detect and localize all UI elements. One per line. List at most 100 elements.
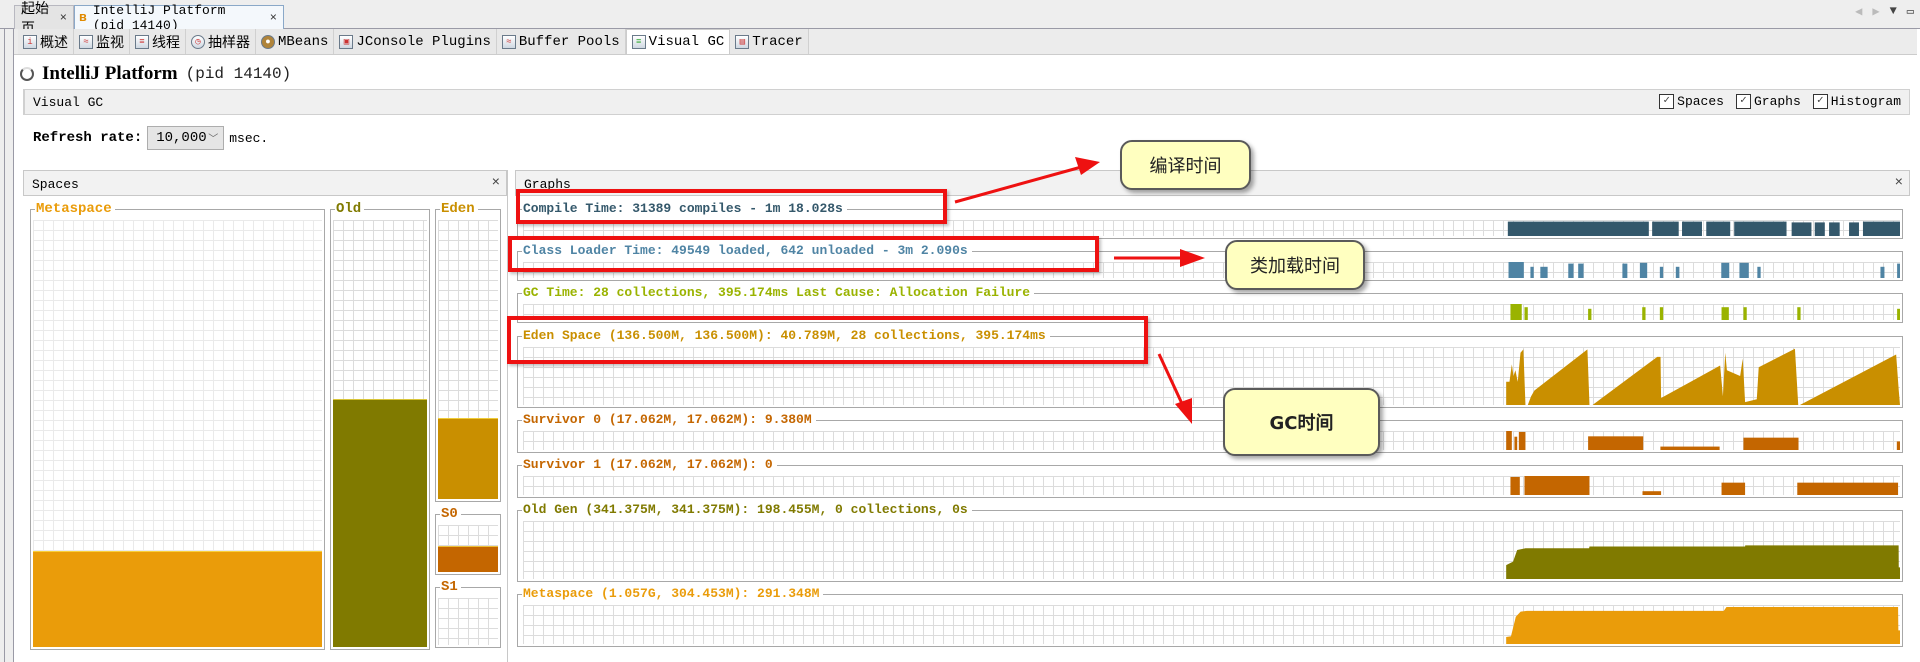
graph-bar [1862,221,1900,236]
tab-label: MBeans [278,33,329,50]
graph-area [1506,545,1900,579]
graph-bar [1734,221,1787,236]
dropdown-icon[interactable]: ▼ [1890,4,1897,19]
space-fill [438,546,498,572]
checkbox-label: Spaces [1677,94,1724,109]
jconsole-icon: ▣ [339,34,354,49]
threads-icon: ≡ [135,34,149,49]
view-tab-bar: i 概述 ≈ 监视 ≡ 线程 ◷ 抽样器 ● MBeans ▣ JConsole Plugi… [14,29,1917,55]
space-label: Eden [440,201,478,217]
space-label: Old [335,201,365,217]
java-app-icon: ʙ [79,10,87,25]
tab-monitor[interactable]: ≈ 监视 [74,29,130,54]
highlight-class-loader-time [508,236,1099,272]
highlight-compile-time [516,189,947,224]
graph-bar [1540,266,1548,278]
graph-bar [1508,262,1524,278]
mbeans-icon: ● [261,34,275,49]
tab-tracer[interactable]: ▤ Tracer [730,29,809,54]
graph-bar [1588,436,1644,450]
callout-class-loading-time: 类加载时间 [1225,240,1365,290]
graph-bar [1791,222,1812,236]
tab-buffer-pools[interactable]: ≈ Buffer Pools [496,29,626,54]
graph-bar [1642,307,1646,320]
tracer-icon: ▤ [735,34,750,49]
close-icon[interactable]: × [492,175,500,191]
graph-bar [1507,221,1649,236]
scroll-left-icon[interactable]: ◀ [1855,4,1862,19]
graph-bar [1896,441,1900,450]
graph-bar [1524,307,1528,320]
app-name: IntelliJ Platform [42,63,178,84]
window-controls: ◀ ▶ ▼ ▭ [1855,4,1914,19]
app-pid: (pid 14140) [185,65,292,83]
graph-6: Old Gen (341.375M, 341.375M): 198.455M, … [517,502,1903,582]
graph-7: Metaspace (1.057G, 304.453M): 291.348M [517,586,1903,647]
document-tab-bar: 起始页 × ʙ IntelliJ Platform (pid 14140) × … [0,0,1920,38]
tab-threads[interactable]: ≡ 线程 [130,29,186,54]
tab-label: Buffer Pools [518,33,620,50]
graph-bar [1706,221,1731,236]
tab-intellij-platform[interactable]: ʙ IntelliJ Platform (pid 14140) × [74,3,284,33]
graph-title: Survivor 1 (17.062M, 17.062M): 0 [522,457,777,473]
page-title: IntelliJ Platform (pid 14140) [20,62,291,86]
checkmark-icon: ✓ [1735,94,1751,109]
scroll-right-icon[interactable]: ▶ [1872,4,1879,19]
refresh-unit: msec. [229,130,269,146]
close-icon[interactable]: × [270,11,277,25]
refresh-rate-select[interactable]: 10,000 ﹀ [147,126,225,150]
space-eden: Eden [435,201,501,502]
visual-gc-icon: ≡ [631,35,646,49]
graph-plot [1510,476,1899,495]
space-s0: S0 [435,506,501,575]
space-s1: S1 [435,579,501,648]
maximize-icon[interactable]: ▭ [1907,4,1914,19]
tab-label: 概述 [40,35,68,52]
tab-sampler[interactable]: ◷ 抽样器 [186,29,256,54]
tab-label: 监视 [96,35,124,52]
tab-visual-gc[interactable]: ≡ Visual GC [625,29,731,54]
graph-bar [1642,491,1662,495]
refresh-rate-value: 10,000 [156,130,207,146]
close-icon[interactable]: × [1895,175,1903,191]
graph-title: GC Time: 28 collections, 395.174ms Last … [522,285,1035,301]
buffer-pools-icon: ≈ [501,34,516,49]
tab-mbeans[interactable]: ● MBeans [256,29,335,54]
histogram-checkbox[interactable]: ✓ Histogram [1812,94,1901,109]
graph-bar [1639,262,1648,278]
tab-overview[interactable]: i 概述 [18,29,74,54]
space-fill [33,550,322,647]
space-label: S0 [440,506,461,522]
graph-bar [1814,222,1825,236]
space-label: S1 [440,579,461,595]
space-fill [438,418,498,499]
space-label: Metaspace [35,201,115,217]
tab-jconsole-plugins[interactable]: ▣ JConsole Plugins [334,29,497,54]
graph-bar [1743,437,1799,450]
overview-icon: i [23,34,37,49]
callout-compile-time: 编译时间 [1120,140,1251,190]
graph-bar [1652,221,1679,236]
graph-plot [1506,606,1900,644]
graph-plot [1506,431,1900,450]
graph-bar [1514,436,1518,450]
spaces-checkbox[interactable]: ✓ Spaces [1659,94,1724,109]
tab-start-page[interactable]: 起始页 × [14,2,74,38]
graph-bar [1622,263,1628,278]
close-icon[interactable]: × [60,11,67,25]
graph-bar [1797,482,1899,495]
space-old: Old [330,201,430,650]
tab-label: Visual GC [648,34,725,50]
graphs-checkbox[interactable]: ✓ Graphs [1735,94,1801,109]
callout-gc-time: GC时间 [1223,388,1380,456]
checkmark-icon: ✓ [1812,94,1828,109]
highlight-eden-space [507,316,1148,364]
graph-bar [1659,266,1664,278]
graph-bar [1524,476,1590,495]
graph-4: Survivor 0 (17.062M, 17.062M): 9.380M [517,412,1903,453]
monitor-icon: ≈ [79,34,93,49]
checkbox-label: Histogram [1830,94,1901,109]
graph-bar [1897,263,1900,278]
graph-bar [1721,482,1746,495]
graph-bar [1510,304,1522,320]
